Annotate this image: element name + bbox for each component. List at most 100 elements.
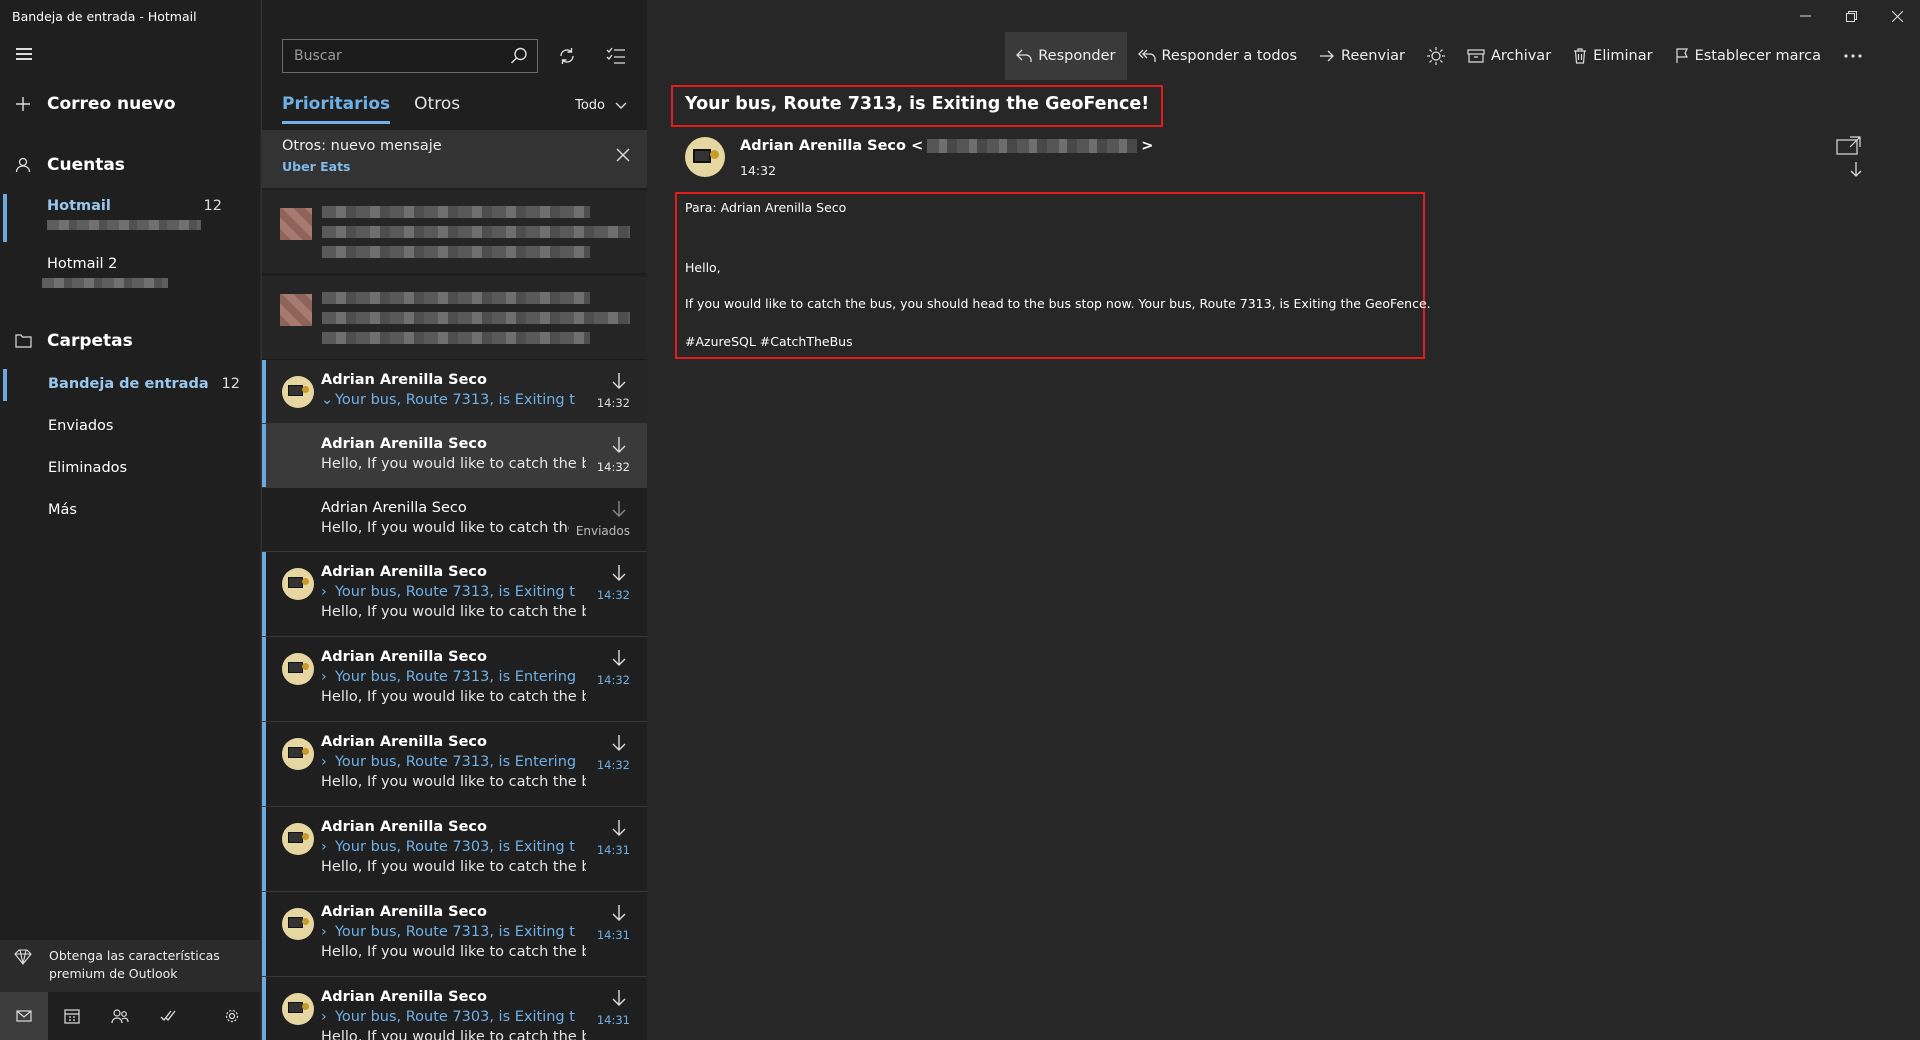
archive-button[interactable]: Archivar: [1456, 32, 1562, 80]
reply-button[interactable]: Responder: [1005, 32, 1127, 80]
delete-label: Eliminar: [1593, 48, 1653, 64]
chevron-right-icon[interactable]: ›: [321, 669, 335, 685]
account-hotmail[interactable]: Hotmail 12: [0, 190, 260, 246]
archive-label: Archivar: [1490, 48, 1552, 64]
download-arrow-icon: [612, 990, 626, 1006]
person-icon: [14, 156, 32, 174]
folder-name: Eliminados: [48, 460, 128, 476]
subject-line: ›Your bus, Route 7313, is Exiting the Ge…: [321, 924, 576, 940]
redacted-avatar: [280, 294, 312, 326]
trash-icon: [1574, 48, 1587, 64]
mail-icon[interactable]: [0, 992, 48, 1040]
flag-button[interactable]: Establecer marca: [1664, 32, 1832, 80]
settings-gear-icon[interactable]: [208, 992, 256, 1040]
people-icon[interactable]: [96, 992, 144, 1040]
accounts-header[interactable]: Cuentas: [0, 153, 260, 177]
selection-indicator: [262, 424, 266, 487]
avatar: [282, 993, 314, 1025]
reading-pane: Responder Responder a todos Reenviar Arc…: [648, 0, 1920, 1040]
search-icon[interactable]: [509, 46, 529, 70]
conversation-item[interactable]: Adrian Arenilla Seco › Your bus, Route 73…: [262, 722, 647, 807]
chevron-down-icon: [615, 102, 627, 109]
tab-other[interactable]: Otros: [414, 94, 460, 124]
message-time: 14:32: [740, 163, 777, 178]
conversation-message-selected[interactable]: Adrian Arenilla Seco Hello, If you would…: [262, 424, 647, 488]
subject-line: ›Your bus, Route 7313, is Entering the G…: [321, 754, 576, 770]
restore-icon[interactable]: [1828, 0, 1874, 32]
preview-text: Hello, If you would like to catch the bu…: [321, 604, 586, 620]
unread-count: 12: [221, 376, 240, 392]
window-title: Bandeja de entrada - Hotmail: [12, 9, 197, 24]
reply-all-label: Responder a todos: [1161, 48, 1298, 64]
todo-icon[interactable]: [144, 992, 192, 1040]
tab-focused[interactable]: Prioritarios: [282, 94, 391, 124]
chevron-right-icon[interactable]: ›: [321, 839, 335, 855]
filter-dropdown[interactable]: Todo: [575, 98, 627, 113]
sync-icon[interactable]: [555, 44, 579, 68]
chevron-right-icon[interactable]: ›: [321, 754, 335, 770]
minimize-icon[interactable]: [1782, 0, 1828, 32]
hamburger-menu-icon[interactable]: [16, 48, 32, 60]
folder-more[interactable]: Más: [0, 491, 260, 531]
selection-mode-icon[interactable]: [604, 44, 628, 68]
search-box[interactable]: Buscar: [282, 39, 538, 73]
sender-name: Adrian Arenilla Seco: [321, 819, 487, 835]
calendar-icon[interactable]: [48, 992, 96, 1040]
folder-deleted[interactable]: Eliminados: [0, 449, 260, 489]
address-bracket: <: [911, 138, 924, 154]
folder-name: Bandeja de entrada: [48, 376, 209, 392]
preview-text: Hello, If you would like to catch the bu…: [321, 456, 586, 472]
redacted-list-item[interactable]: [262, 190, 647, 274]
premium-promo[interactable]: Obtenga las características premium de O…: [0, 940, 260, 992]
folders-header[interactable]: Carpetas: [0, 329, 260, 353]
navigation-pane: Bandeja de entrada - Hotmail Correo nuev…: [0, 0, 260, 1040]
received-time: 14:32: [596, 588, 630, 602]
account-name: Hotmail 2: [47, 256, 118, 272]
new-mail-button[interactable]: Correo nuevo: [0, 92, 260, 116]
download-arrow-icon: [612, 501, 626, 517]
folder-label: Enviados: [575, 524, 630, 538]
close-window-icon[interactable]: [1874, 0, 1920, 32]
sender-name: Adrian Arenilla Seco: [321, 372, 487, 388]
redacted-email: [47, 220, 201, 230]
avatar: [282, 823, 314, 855]
search-input[interactable]: Buscar: [294, 48, 342, 64]
reply-all-button[interactable]: Responder a todos: [1127, 32, 1309, 80]
forward-button[interactable]: Reenviar: [1308, 32, 1416, 80]
chevron-right-icon[interactable]: ›: [321, 924, 335, 940]
conversation-item[interactable]: Adrian Arenilla Seco › Your bus, Route 73…: [262, 552, 647, 637]
preview-text: Hello, If you would like to catch the bu…: [321, 774, 586, 790]
filter-value: Todo: [575, 98, 605, 113]
body-text: If you would like to catch the bus, you …: [685, 296, 1431, 311]
download-arrow-icon: [612, 820, 626, 836]
other-inbox-notice[interactable]: Otros: nuevo mensaje Uber Eats: [262, 130, 647, 188]
sender-line[interactable]: Adrian Arenilla Seco < >: [740, 138, 1153, 154]
redacted-email: [927, 139, 1138, 153]
sender-name: Adrian Arenilla Seco: [321, 436, 487, 452]
conversation-item[interactable]: Adrian Arenilla Seco › Your bus, Route 73…: [262, 892, 647, 977]
download-arrow-icon: [612, 565, 626, 581]
close-icon[interactable]: [616, 147, 630, 166]
folder-sent[interactable]: Enviados: [0, 407, 260, 447]
flag-icon: [1675, 48, 1688, 63]
conversation-item[interactable]: Adrian Arenilla Seco › Your bus, Route 73…: [262, 977, 647, 1040]
delete-button[interactable]: Eliminar: [1562, 32, 1663, 80]
redacted-list-item[interactable]: [262, 276, 647, 360]
open-in-new-window-icon[interactable]: [1836, 136, 1862, 178]
avatar: [282, 908, 314, 940]
notice-title: Otros: nuevo mensaje: [282, 138, 442, 154]
message-list-pane: Buscar Prioritarios Otros Todo Otros: nu…: [261, 0, 647, 1040]
received-time: 14:31: [596, 843, 630, 857]
more-options-button[interactable]: [1832, 32, 1874, 80]
redacted-line: [322, 206, 590, 218]
conversation-item[interactable]: Adrian Arenilla Seco ⌄ Your bus, Route 73…: [262, 360, 647, 424]
conversation-item[interactable]: Adrian Arenilla Seco › Your bus, Route 73…: [262, 637, 647, 722]
conversation-message-sent[interactable]: Adrian Arenilla Seco Hello, If you would…: [262, 488, 647, 552]
folder-inbox[interactable]: Bandeja de entrada 12: [0, 365, 260, 405]
chevron-right-icon[interactable]: ›: [321, 1009, 335, 1025]
chevron-down-icon[interactable]: ⌄: [321, 392, 335, 408]
conversation-item[interactable]: Adrian Arenilla Seco › Your bus, Route 73…: [262, 807, 647, 892]
account-hotmail-2[interactable]: Hotmail 2: [0, 248, 260, 304]
brightness-toggle-button[interactable]: [1416, 32, 1456, 80]
chevron-right-icon[interactable]: ›: [321, 584, 335, 600]
